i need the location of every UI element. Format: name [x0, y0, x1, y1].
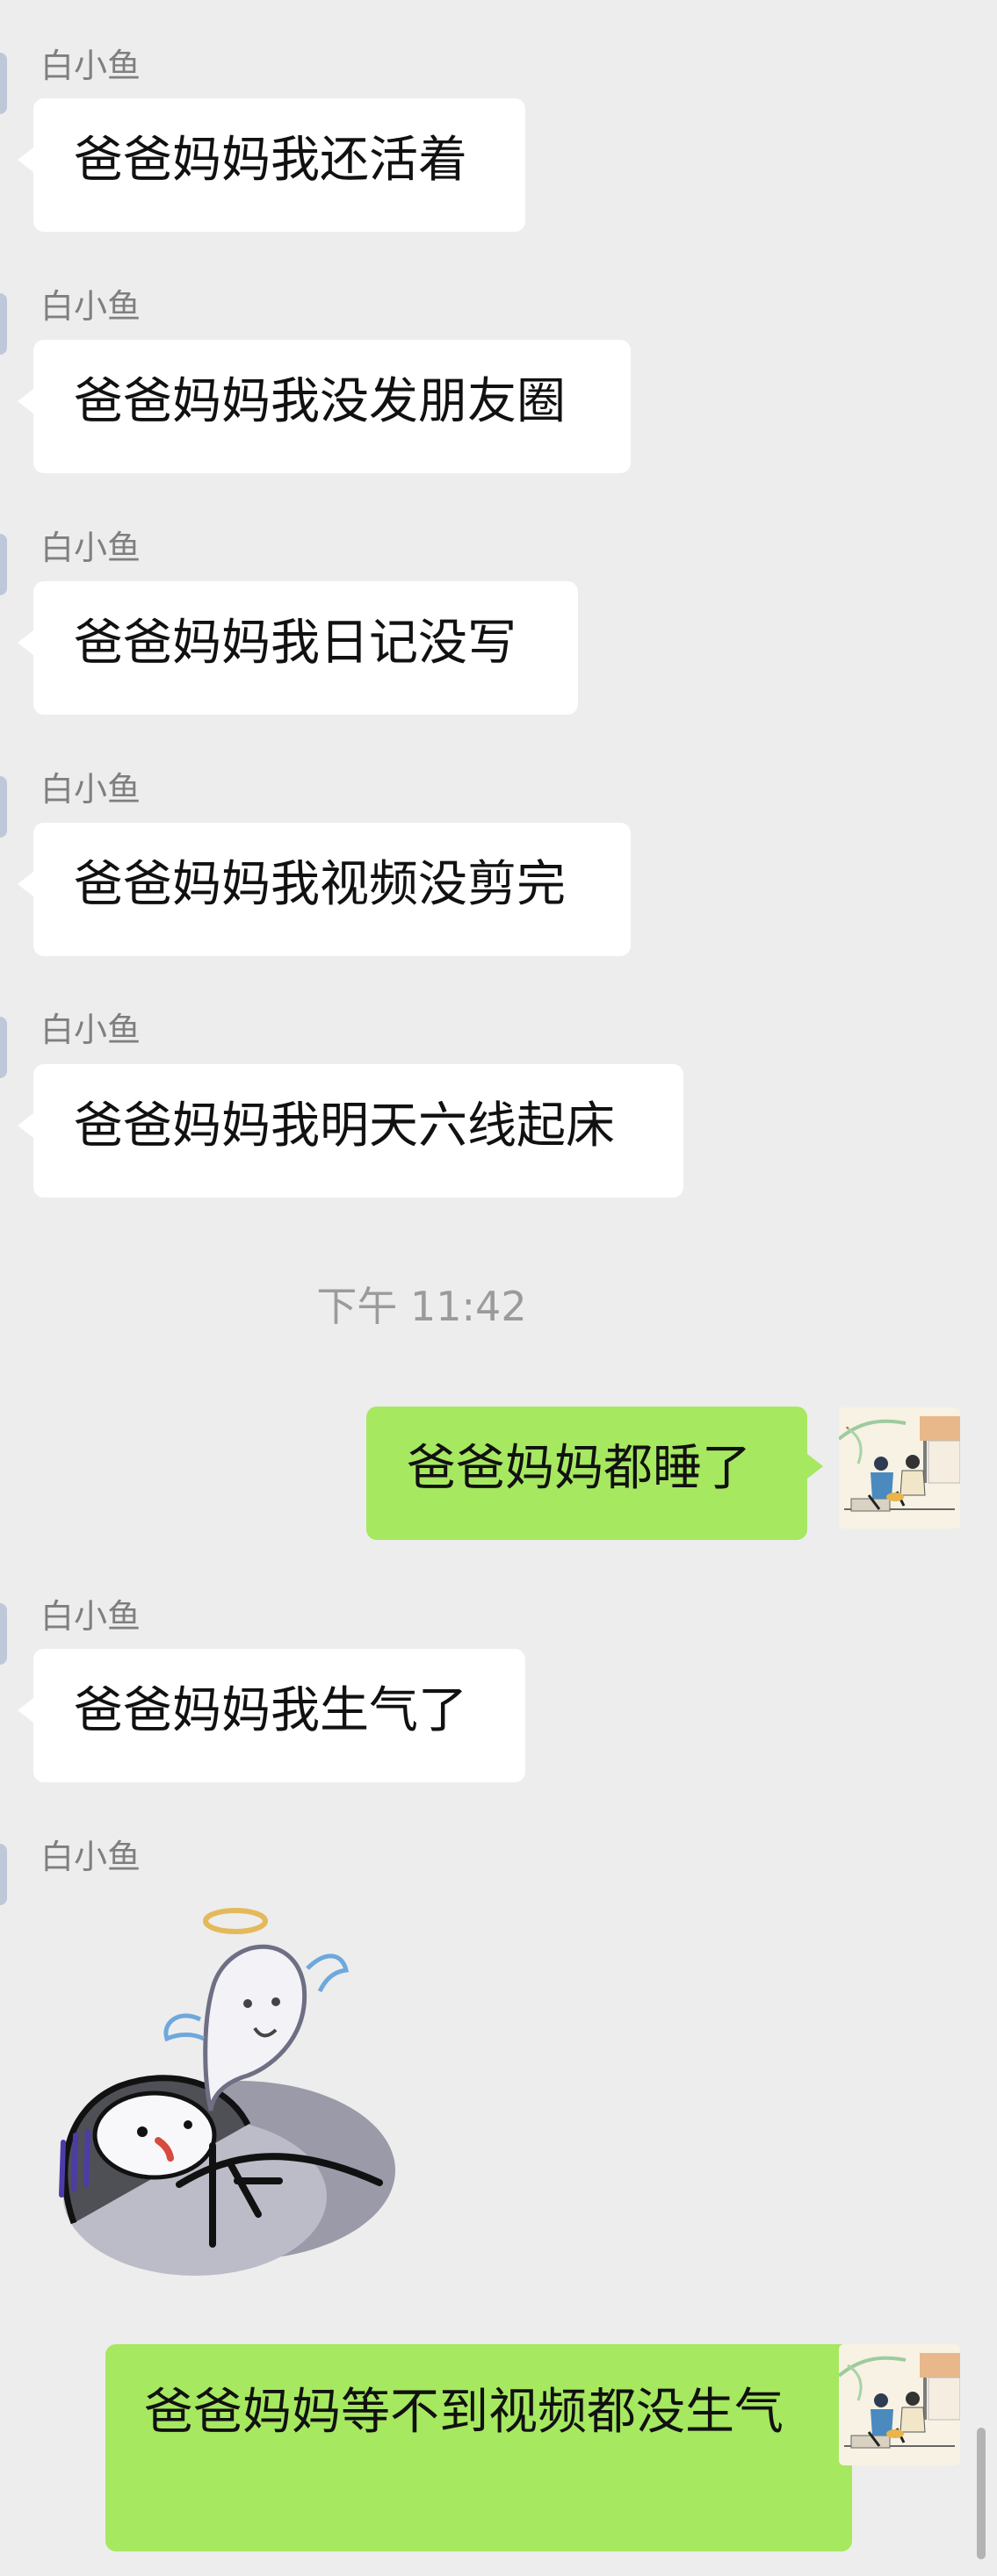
avatar-illustration-icon: ▪: [839, 1407, 960, 1529]
penguin-ghost-sticker[interactable]: [39, 1879, 416, 2300]
sender-name: 白小鱼: [40, 1011, 141, 1049]
sender-name: 白小鱼: [40, 529, 141, 567]
avatar-illustration-icon: [839, 2344, 960, 2465]
sender-name: 白小鱼: [40, 47, 141, 85]
sender-avatar-edge[interactable]: [0, 53, 7, 114]
incoming-message-bubble[interactable]: 爸爸妈妈我日记没写: [18, 581, 578, 715]
sender-avatar-edge[interactable]: [0, 1603, 7, 1665]
incoming-message-bubble[interactable]: 爸爸妈妈我还活着: [18, 98, 525, 232]
sender-name: 白小鱼: [40, 1838, 141, 1876]
sender-avatar-edge[interactable]: [0, 776, 7, 838]
outgoing-message-bubble[interactable]: 爸爸妈妈等不到视频都没生气: [105, 2344, 868, 2551]
svg-text:▪: ▪: [846, 1423, 849, 1432]
sender-name: 白小鱼: [40, 1597, 141, 1636]
message-timestamp: 下午 11:42: [316, 1283, 527, 1330]
chat-message-list[interactable]: 白小鱼 爸爸妈妈我还活着 白小鱼 爸爸妈妈我没发朋友圈 白小鱼 爸爸妈妈我日记没…: [0, 0, 997, 2576]
user-avatar[interactable]: ▪: [839, 1407, 960, 1529]
sender-avatar-edge[interactable]: [0, 1017, 7, 1078]
incoming-message-bubble[interactable]: 爸爸妈妈我生气了: [18, 1649, 525, 1782]
sender-avatar-edge[interactable]: [0, 293, 7, 355]
sender-avatar-edge[interactable]: [0, 1844, 7, 1905]
incoming-message-bubble[interactable]: 爸爸妈妈我没发朋友圈: [18, 340, 631, 473]
scrollbar[interactable]: [977, 2428, 986, 2559]
user-avatar[interactable]: [839, 2344, 960, 2465]
sender-avatar-edge[interactable]: [0, 534, 7, 595]
sender-name: 白小鱼: [40, 287, 141, 326]
incoming-message-bubble[interactable]: 爸爸妈妈我视频没剪完: [18, 823, 631, 956]
incoming-message-bubble[interactable]: 爸爸妈妈我明天六线起床: [18, 1064, 683, 1198]
sender-name: 白小鱼: [40, 770, 141, 809]
penguin-sticker-icon: [59, 1908, 395, 2276]
outgoing-message-bubble[interactable]: 爸爸妈妈都睡了: [366, 1407, 823, 1540]
